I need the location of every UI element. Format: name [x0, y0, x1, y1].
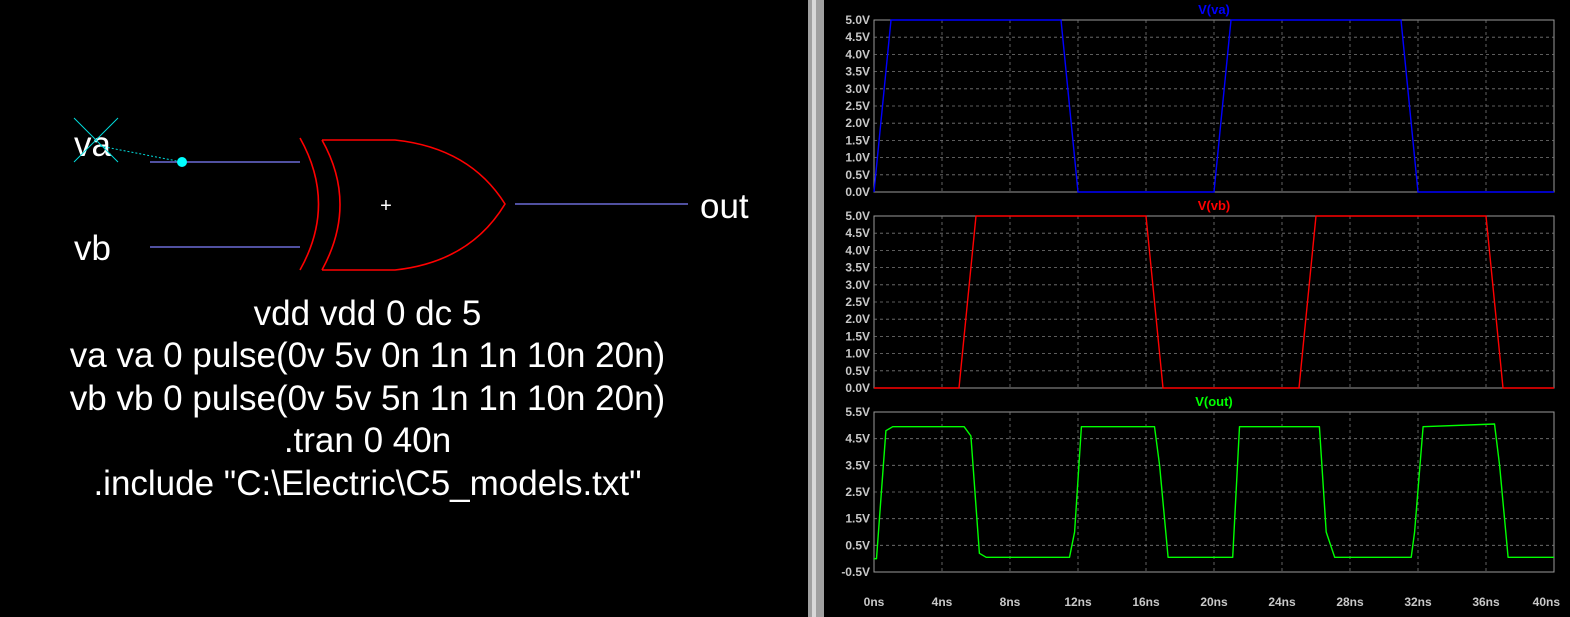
y-tick-label: 1.5V — [845, 512, 870, 526]
waveform-pane[interactable]: 5.0V 4.5V 4.0V 3.5V 3.0V 2.5V 2.0V 1.5V 1.0V 0.5V… — [845, 198, 1555, 395]
y-tick-label: 3.5V — [845, 261, 870, 275]
gate-origin-marker: + — [380, 195, 392, 217]
waveform-viewer[interactable]: 5.0V 4.5V 4.0V 3.5V 3.0V 2.5V 2.0V 1.5V 1.0V 0.5V… — [824, 0, 1570, 617]
y-tick-label: 0.5V — [845, 364, 870, 378]
y-tick-label: 5.0V — [845, 13, 870, 27]
y-tick-label: 4.5V — [845, 432, 870, 446]
net-label-out[interactable]: out — [700, 187, 749, 226]
y-tick-label: 3.5V — [845, 65, 870, 79]
spice-directive[interactable]: va va 0 pulse(0v 5v 0n 1n 1n 10n 20n) — [0, 336, 735, 376]
y-tick-label: 2.5V — [845, 485, 870, 499]
y-tick-label: 3.0V — [845, 82, 870, 96]
y-tick-label: 4.0V — [845, 243, 870, 257]
x-tick-label: 20ns — [1200, 595, 1228, 609]
trace-title[interactable]: V(va) — [1198, 2, 1230, 17]
splitter-grip — [812, 0, 816, 617]
y-tick-label: 0.0V — [845, 381, 870, 395]
spice-directive[interactable]: vdd vdd 0 dc 5 — [0, 294, 735, 334]
x-tick-label: 12ns — [1064, 595, 1092, 609]
trace-title[interactable]: V(vb) — [1198, 198, 1231, 213]
x-tick-label: 24ns — [1268, 595, 1296, 609]
y-tick-label: 1.5V — [845, 133, 870, 147]
y-tick-label: 2.0V — [845, 116, 870, 130]
y-tick-label: 0.5V — [845, 538, 870, 552]
y-tick-label: 1.0V — [845, 347, 870, 361]
x-tick-label: 16ns — [1132, 595, 1160, 609]
x-tick-label: 36ns — [1472, 595, 1500, 609]
y-tick-label: 2.5V — [845, 295, 870, 309]
y-tick-label: 2.0V — [845, 312, 870, 326]
y-tick-label: 0.0V — [845, 185, 870, 199]
y-tick-label: 2.5V — [845, 99, 870, 113]
x-tick-label: 40ns — [1533, 595, 1561, 609]
y-tick-label: 4.0V — [845, 47, 870, 61]
y-tick-label: 4.5V — [845, 226, 870, 240]
x-tick-label: 8ns — [1000, 595, 1021, 609]
y-tick-label: -0.5V — [841, 565, 870, 579]
y-tick-label: 1.5V — [845, 329, 870, 343]
x-tick-label: 28ns — [1336, 595, 1364, 609]
waveform-pane[interactable]: 5.0V 4.5V 4.0V 3.5V 3.0V 2.5V 2.0V 1.5V 1.0V 0.5V… — [845, 2, 1555, 199]
y-tick-label: 5.0V — [845, 209, 870, 223]
schematic-editor[interactable]: + va vb out vdd vdd 0 dc 5 va va 0 pulse… — [0, 0, 808, 617]
net-label-vb[interactable]: vb — [74, 229, 111, 268]
xor-gate[interactable] — [299, 137, 506, 271]
y-tick-label: 3.0V — [845, 278, 870, 292]
y-tick-label: 0.5V — [845, 168, 870, 182]
spice-directive[interactable]: vb vb 0 pulse(0v 5v 5n 1n 1n 10n 20n) — [0, 379, 735, 419]
y-tick-label: 3.5V — [845, 458, 870, 472]
spice-directive[interactable]: .tran 0 40n — [0, 421, 735, 461]
waveform-canvas[interactable]: 5.0V 4.5V 4.0V 3.5V 3.0V 2.5V 2.0V 1.5V 1.0V 0.5V… — [824, 0, 1570, 617]
y-tick-label: 4.5V — [845, 30, 870, 44]
y-tick-label: 5.5V — [845, 405, 870, 419]
x-tick-label: 4ns — [932, 595, 953, 609]
window-splitter[interactable] — [808, 0, 824, 617]
waveform-pane[interactable]: 5.5V 4.5V 3.5V 2.5V 1.5V 0.5V -0.5V V(out) — [841, 394, 1555, 579]
trace-title[interactable]: V(out) — [1195, 394, 1233, 409]
x-tick-label: 0ns — [864, 595, 885, 609]
x-tick-label: 32ns — [1404, 595, 1432, 609]
spice-directive[interactable]: .include "C:\Electric\C5_models.txt" — [0, 464, 735, 504]
y-tick-label: 1.0V — [845, 151, 870, 165]
net-label-va[interactable]: va — [74, 125, 112, 164]
